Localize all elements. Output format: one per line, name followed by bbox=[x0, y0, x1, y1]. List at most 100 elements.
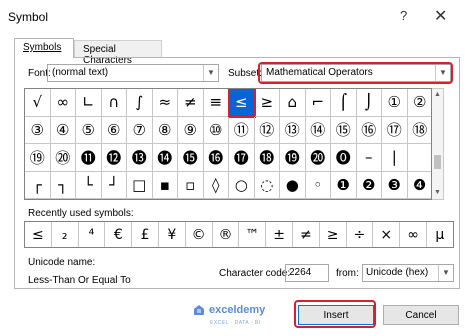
symbol-cell[interactable]: ∞ bbox=[50, 89, 76, 117]
symbol-cell[interactable]: ┌ bbox=[25, 171, 51, 199]
symbol-cell[interactable]: ⓯ bbox=[178, 144, 204, 172]
symbol-cell[interactable]: ⓳ bbox=[280, 144, 306, 172]
symbol-cell[interactable]: ⌡ bbox=[356, 89, 382, 117]
symbol-cell[interactable]: ⓭ bbox=[127, 144, 153, 172]
symbol-cell[interactable]: ⑭ bbox=[305, 116, 331, 144]
insert-highlight bbox=[294, 300, 376, 328]
font-value: (normal text) bbox=[52, 67, 109, 78]
symbol-cell[interactable]: ≥ bbox=[254, 89, 280, 117]
symbol-cell[interactable]: ⑰ bbox=[382, 116, 408, 144]
character-code-label: Character code: bbox=[219, 268, 291, 279]
symbol-cell[interactable]: ⓴ bbox=[305, 144, 331, 172]
recent-symbol-cell[interactable]: ™ bbox=[239, 222, 267, 247]
symbol-grid-scrollbar[interactable]: ▲ ▼ bbox=[432, 88, 444, 200]
scroll-up-icon[interactable]: ▲ bbox=[434, 91, 441, 98]
symbol-cell[interactable]: ● bbox=[280, 171, 306, 199]
symbol-cell[interactable]: ④ bbox=[50, 116, 76, 144]
recent-symbol-cell[interactable]: µ bbox=[427, 222, 453, 247]
symbol-cell[interactable]: ◌ bbox=[254, 171, 280, 199]
cancel-button[interactable]: Cancel bbox=[383, 305, 459, 325]
symbol-cell[interactable]: √ bbox=[25, 89, 51, 117]
symbol-cell[interactable]: ⌂ bbox=[280, 89, 306, 117]
symbol-cell[interactable]: ⑫ bbox=[254, 116, 280, 144]
recent-symbol-cell[interactable]: ¥ bbox=[159, 222, 186, 247]
symbol-cell[interactable]: ┐ bbox=[50, 171, 76, 199]
symbol-cell[interactable]: ▪ bbox=[152, 171, 178, 199]
recent-symbol-cell[interactable]: ₂ bbox=[52, 222, 79, 247]
recent-symbol-cell[interactable]: × bbox=[373, 222, 401, 247]
symbol-cell[interactable]: – bbox=[356, 144, 382, 172]
symbol-cell[interactable]: ◦ bbox=[305, 171, 331, 199]
scroll-down-icon[interactable]: ▼ bbox=[434, 189, 441, 196]
symbol-cell[interactable]: ⑯ bbox=[356, 116, 382, 144]
symbol-cell[interactable]: ⓲ bbox=[254, 144, 280, 172]
recent-symbol-cell[interactable]: ⁴ bbox=[79, 222, 106, 247]
symbol-cell[interactable]: ▫ bbox=[178, 171, 204, 199]
symbol-cell[interactable]: □ bbox=[127, 171, 153, 199]
watermark-name: exceldemy bbox=[209, 304, 266, 316]
symbol-cell[interactable]: ⑩ bbox=[203, 116, 229, 144]
symbol-cell[interactable]: ❸ bbox=[382, 171, 408, 199]
from-select[interactable]: Unicode (hex) ▼ bbox=[362, 264, 454, 282]
unicode-name-label: Unicode name: bbox=[28, 257, 96, 268]
symbol-cell[interactable]: ⓰ bbox=[203, 144, 229, 172]
recent-symbol-cell[interactable]: ± bbox=[266, 222, 293, 247]
symbol-cell[interactable]: ❷ bbox=[356, 171, 382, 199]
symbol-cell[interactable] bbox=[407, 144, 431, 172]
chevron-down-icon[interactable]: ▼ bbox=[438, 265, 453, 281]
symbol-cell[interactable]: | bbox=[382, 144, 408, 172]
symbol-cell[interactable]: ∩ bbox=[101, 89, 127, 117]
close-icon[interactable]: ✕ bbox=[434, 6, 447, 26]
recent-symbol-cell[interactable]: ≠ bbox=[293, 222, 320, 247]
recent-symbol-cell[interactable]: © bbox=[186, 222, 213, 247]
symbol-cell[interactable]: ≠ bbox=[178, 89, 204, 117]
symbol-cell[interactable]: ⓱ bbox=[229, 144, 255, 172]
symbol-cell[interactable]: ⑦ bbox=[127, 116, 153, 144]
symbol-cell[interactable]: ◊ bbox=[203, 171, 229, 199]
chevron-down-icon[interactable]: ▼ bbox=[203, 65, 218, 81]
symbol-cell[interactable]: ⌐ bbox=[305, 89, 331, 117]
symbol-cell[interactable]: ∫ bbox=[127, 89, 153, 117]
symbol-cell[interactable]: ⑧ bbox=[152, 116, 178, 144]
recent-symbol-cell[interactable]: £ bbox=[132, 222, 159, 247]
symbol-cell[interactable]: ⓫ bbox=[76, 144, 102, 172]
recent-symbol-cell[interactable]: € bbox=[105, 222, 133, 247]
font-select[interactable]: (normal text) ▼ bbox=[47, 64, 219, 82]
symbol-cell[interactable]: ≈ bbox=[152, 89, 178, 117]
symbol-cell[interactable]: └ bbox=[76, 171, 102, 199]
tab-special-characters[interactable]: Special Characters bbox=[74, 40, 162, 66]
symbol-cell[interactable]: ③ bbox=[25, 116, 51, 144]
symbol-cell[interactable]: ⑤ bbox=[76, 116, 102, 144]
recent-symbol-cell[interactable]: ® bbox=[213, 222, 240, 247]
symbol-cell[interactable]: ○ bbox=[229, 171, 255, 199]
help-icon[interactable]: ? bbox=[400, 8, 407, 23]
character-code-input[interactable]: 2264 bbox=[285, 264, 329, 282]
symbol-cell[interactable]: ┘ bbox=[101, 171, 127, 199]
symbol-cell[interactable]: ≡ bbox=[203, 89, 229, 117]
recent-symbol-cell[interactable]: ≤ bbox=[25, 222, 52, 247]
symbol-cell[interactable]: ⓮ bbox=[152, 144, 178, 172]
symbol-cell[interactable]: ⑬ bbox=[280, 116, 306, 144]
symbol-cell[interactable]: ② bbox=[407, 89, 431, 117]
symbol-cell[interactable]: ❹ bbox=[407, 172, 431, 199]
symbol-cell[interactable]: ⑳ bbox=[50, 144, 76, 172]
symbol-cell[interactable]: ≤ bbox=[228, 89, 256, 118]
symbol-cell[interactable]: ❶ bbox=[331, 171, 357, 199]
symbol-cell[interactable]: ⑨ bbox=[178, 116, 204, 144]
symbol-cell[interactable]: ⑮ bbox=[331, 116, 357, 144]
recent-symbol-cell[interactable]: ÷ bbox=[347, 222, 374, 247]
symbol-cell[interactable]: ⑪ bbox=[229, 116, 255, 144]
symbol-grid: √ ∞ ∟ ∩ ∫ ≈ ≠ ≡ ≤ ≥ ⌂ ⌐ ⌠ ⌡ ① ② ③ ④ ⑤ ⑥ ⑦ ⑧ ⑨ ⑩ ⑪ ⑫ ⑬ ⑭ ⑮ ⑯ ⑰ ⑱ ⑲ ⑳ ⓫ ⓬ ⓭ ⓮ ⓯ ⓰… bbox=[24, 88, 432, 200]
symbol-cell[interactable]: ⓿ bbox=[331, 144, 357, 172]
symbol-cell[interactable]: ① bbox=[382, 89, 408, 117]
recent-symbol-cell[interactable]: ∞ bbox=[400, 222, 427, 247]
symbol-cell[interactable]: ⌠ bbox=[331, 89, 357, 117]
scrollbar-thumb[interactable] bbox=[434, 155, 441, 169]
symbol-cell[interactable]: ⓬ bbox=[101, 144, 127, 172]
symbol-cell[interactable]: ∟ bbox=[76, 89, 102, 117]
recent-symbol-cell[interactable]: ≥ bbox=[320, 222, 347, 247]
tab-symbols[interactable]: Symbols bbox=[14, 38, 74, 58]
symbol-cell[interactable]: ⑱ bbox=[407, 117, 431, 144]
symbol-cell[interactable]: ⑲ bbox=[25, 144, 51, 172]
symbol-cell[interactable]: ⑥ bbox=[101, 116, 127, 144]
